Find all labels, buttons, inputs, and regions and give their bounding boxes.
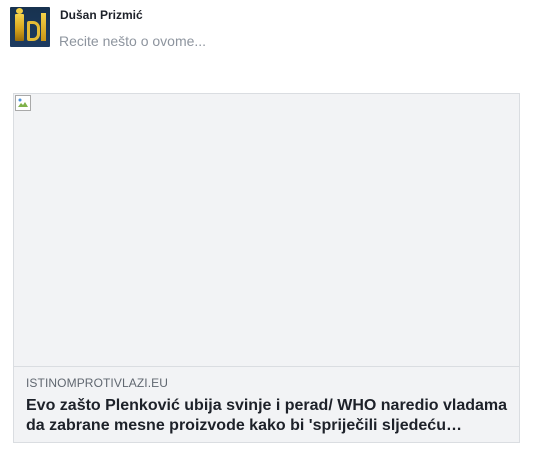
- avatar-logo-letter-p: [27, 21, 40, 41]
- link-preview-domain: ISTINOMPROTIVLAZI.EU: [26, 376, 169, 390]
- avatar[interactable]: [10, 7, 50, 47]
- link-preview-title[interactable]: Evo zašto Plenković ubija svinje i perad…: [26, 396, 516, 436]
- status-input[interactable]: [59, 30, 499, 52]
- user-name[interactable]: Dušan Prizmić: [60, 8, 143, 22]
- broken-image-icon: [15, 95, 31, 111]
- link-preview-card[interactable]: ISTINOMPROTIVLAZI.EU Evo zašto Plenković…: [13, 93, 520, 443]
- link-preview-image[interactable]: [14, 94, 519, 367]
- avatar-logo-letter-i: [15, 8, 24, 41]
- avatar-logo-letter-l: [41, 13, 46, 41]
- post-composer: Dušan Prizmić ISTINOMPROTIVLAZI.EU Evo z…: [0, 0, 534, 450]
- link-preview-footer[interactable]: ISTINOMPROTIVLAZI.EU Evo zašto Plenković…: [14, 367, 519, 442]
